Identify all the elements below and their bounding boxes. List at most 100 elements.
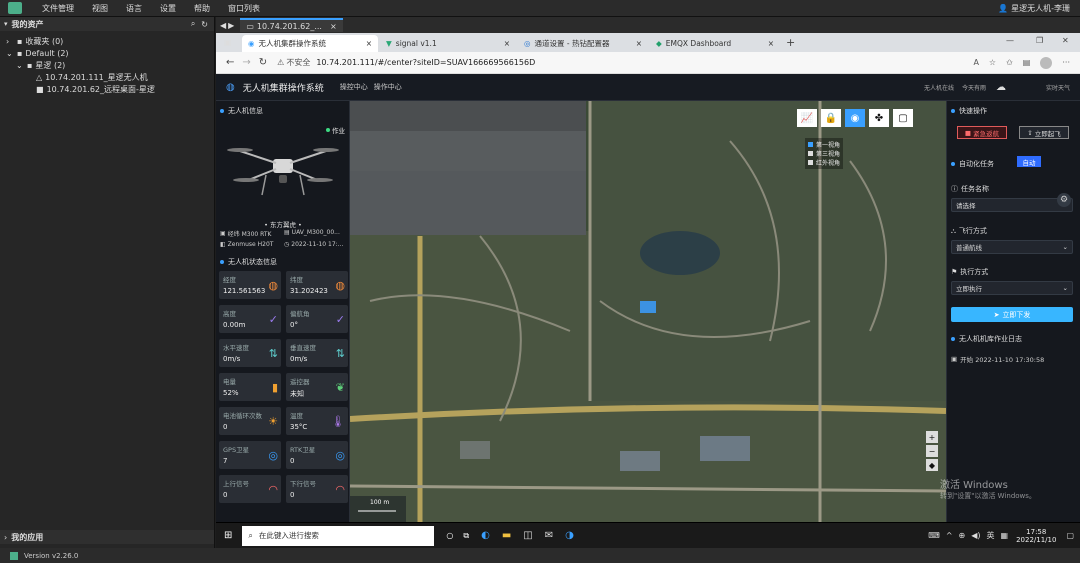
tray-up-icon[interactable]: ^ bbox=[946, 531, 953, 540]
lock-icon[interactable]: 🔒 bbox=[821, 109, 841, 127]
edge-app-icon[interactable]: ◑ bbox=[565, 530, 574, 541]
camera-view-icon[interactable]: ◉ bbox=[845, 109, 865, 127]
telemetry-tile: 遥控器 未知 ❦ bbox=[286, 373, 348, 401]
security-label[interactable]: 不安全 bbox=[286, 57, 310, 68]
menu-language[interactable]: 语言 bbox=[126, 3, 142, 14]
apps-section[interactable]: › 我的应用 bbox=[0, 530, 214, 544]
compass-icon[interactable]: ◆ bbox=[926, 459, 938, 471]
checkbox[interactable] bbox=[808, 151, 813, 156]
close-icon[interactable]: × bbox=[504, 39, 510, 48]
takeoff-button[interactable]: ⇪ 立即起飞 bbox=[1019, 126, 1069, 139]
more-icon[interactable]: ··· bbox=[1062, 58, 1070, 67]
url-field[interactable]: 10.74.201.111/#/center?siteID=SUAV166669… bbox=[316, 58, 535, 67]
task-name-select[interactable]: 请选择 bbox=[951, 198, 1073, 212]
ime-indicator[interactable]: 英 bbox=[987, 530, 995, 541]
font-size-icon[interactable]: A bbox=[973, 58, 978, 67]
zoom-in-icon[interactable]: + bbox=[926, 431, 938, 443]
arrows-icon: ⇅ bbox=[335, 347, 345, 360]
tile-value: 121.561563 bbox=[223, 287, 266, 295]
browser-tab[interactable]: ◎ 通道设置 - 热钻配置器 × bbox=[518, 35, 648, 52]
checkbox[interactable] bbox=[808, 160, 813, 165]
favorites-icon[interactable]: ✩ bbox=[1006, 58, 1013, 67]
keyboard-icon[interactable]: ⌨ bbox=[928, 531, 940, 540]
tile-value: 0 bbox=[223, 491, 228, 499]
cortana-icon[interactable]: ○ bbox=[446, 531, 453, 540]
tile-label: 电量 bbox=[223, 378, 236, 386]
mail-icon[interactable]: ✉ bbox=[545, 530, 553, 541]
browser-tab-active[interactable]: ◉ 无人机集群操作系统 × bbox=[242, 35, 378, 52]
nav-left-icon[interactable]: ◀ bbox=[220, 21, 226, 30]
menu-help[interactable]: 帮助 bbox=[194, 3, 210, 14]
remote-tab[interactable]: ▭ 10.74.201.62_... × bbox=[240, 18, 343, 32]
checkbox-checked[interactable] bbox=[808, 142, 813, 147]
tree-host-drone[interactable]: △ 10.74.201.111_星逻无人机 bbox=[0, 71, 214, 83]
collections-icon[interactable]: ▤ bbox=[1023, 58, 1031, 67]
menu-windows[interactable]: 窗口列表 bbox=[228, 3, 260, 14]
reload-icon[interactable]: ↻ bbox=[259, 57, 267, 68]
dispatch-button[interactable]: ➤ 立即下发 bbox=[951, 307, 1073, 322]
tree-default[interactable]: ⌄ ▪ Default (2) bbox=[0, 47, 214, 59]
task-view-icon[interactable]: ⧉ bbox=[463, 531, 469, 541]
drone-icon[interactable]: ✤ bbox=[869, 109, 889, 127]
dashboard: ◍ 无人机集群操作系统 操控中心 操作中心 无人机在线 今天有雨 ☁ 实时天气 … bbox=[216, 74, 1080, 522]
forward-icon[interactable]: → bbox=[242, 57, 250, 68]
store-icon[interactable]: ◫ bbox=[523, 530, 532, 541]
settings-icon[interactable]: ⚙ bbox=[1057, 193, 1071, 207]
control-panel: 快速操作 ■ 紧急返航 ⇪ 立即起飞 自动化任务 自动 ⓘ 任务名称 请选择 ⛬ 飞行方… bbox=[946, 101, 1080, 522]
telemetry-tile: 偏航角 0° ✓ bbox=[286, 305, 348, 333]
globe-icon: ◍ bbox=[335, 279, 345, 292]
nav-right-icon[interactable]: ▶ bbox=[228, 21, 234, 30]
favorite-icon[interactable]: ☆ bbox=[989, 58, 996, 67]
close-icon[interactable]: × bbox=[330, 22, 337, 31]
chart-icon[interactable]: 📈 bbox=[797, 109, 817, 127]
restore-icon[interactable]: ❐ bbox=[1036, 36, 1043, 45]
satellite-icon: ◎ bbox=[335, 449, 345, 462]
emergency-return-button[interactable]: ■ 紧急返航 bbox=[957, 126, 1007, 139]
tray-calendar-icon[interactable]: ▦ bbox=[1001, 531, 1009, 540]
close-icon[interactable]: × bbox=[636, 39, 642, 48]
notification-icon[interactable]: ▢ bbox=[1066, 531, 1074, 540]
tile-value: 0 bbox=[223, 423, 228, 431]
explorer-icon[interactable]: ▬ bbox=[502, 530, 511, 541]
close-icon[interactable]: × bbox=[366, 39, 372, 48]
search-icon[interactable]: ⌕ bbox=[191, 19, 195, 29]
tree-favorites[interactable]: › ▪ 收藏夹 (0) bbox=[0, 35, 214, 47]
tree-host-desktop[interactable]: ■ 10.74.201.62_远程桌面-星逻 bbox=[0, 83, 214, 95]
new-tab-icon[interactable]: + bbox=[786, 36, 795, 49]
minimize-icon[interactable]: — bbox=[1006, 36, 1014, 45]
back-icon[interactable]: ← bbox=[226, 57, 234, 68]
flight-mode-select[interactable]: 普通航线 ⌄ bbox=[951, 240, 1073, 254]
section-dot-icon bbox=[220, 260, 224, 264]
tab-actions-icon[interactable]: ▣ bbox=[224, 38, 232, 47]
close-icon[interactable]: × bbox=[768, 39, 774, 48]
profile-icon[interactable] bbox=[1040, 56, 1053, 69]
chevron-down-icon[interactable]: ▾ bbox=[4, 20, 8, 28]
tile-label: GPS卫星 bbox=[223, 446, 250, 454]
arrows-icon: ⇅ bbox=[268, 347, 278, 360]
taskbar-clock[interactable]: 17:58 2022/11/10 bbox=[1016, 528, 1056, 544]
taskbar-search[interactable]: ⌕ 在此键入进行搜索 bbox=[242, 525, 435, 546]
windows-start-icon[interactable]: ⊞ bbox=[224, 530, 232, 541]
nav-ops-center[interactable]: 操作中心 bbox=[374, 82, 402, 92]
site-icon: ◆ bbox=[656, 39, 662, 48]
zoom-out-icon[interactable]: − bbox=[926, 445, 938, 457]
menu-settings[interactable]: 设置 bbox=[160, 3, 176, 14]
nav-control-center[interactable]: 操控中心 bbox=[340, 82, 368, 92]
browser-tab[interactable]: ◆ EMQX Dashboard × bbox=[650, 35, 780, 52]
browser-tab[interactable]: ▼ signal v1.1 × bbox=[380, 35, 516, 52]
user-name[interactable]: 星逻无人机-李珊 bbox=[1011, 3, 1070, 14]
spec-time: 2022-11-10 17:... bbox=[291, 241, 344, 248]
edge-icon[interactable]: ◐ bbox=[481, 530, 490, 541]
auto-toggle-button[interactable]: 自动 bbox=[1017, 156, 1041, 167]
exec-mode-select[interactable]: 立即执行 ⌄ bbox=[951, 281, 1073, 295]
menu-view[interactable]: 视图 bbox=[92, 3, 108, 14]
chevron-right-icon: › bbox=[4, 532, 8, 542]
menu-file[interactable]: 文件管理 bbox=[42, 3, 74, 14]
video-icon[interactable]: ▢ bbox=[893, 109, 913, 127]
tree-group[interactable]: ⌄ ▪ 星逻 (2) bbox=[0, 59, 214, 71]
refresh-icon[interactable]: ↻ bbox=[201, 20, 208, 29]
network-icon[interactable]: ⊕ bbox=[959, 531, 966, 540]
map-view[interactable]: 📈 🔒 ◉ ✤ ▢ 第一视角 第三视角 红外视角 100 m + − ◆ bbox=[350, 101, 946, 522]
volume-icon[interactable]: ◀) bbox=[971, 531, 980, 540]
close-window-icon[interactable]: ✕ bbox=[1062, 36, 1069, 45]
